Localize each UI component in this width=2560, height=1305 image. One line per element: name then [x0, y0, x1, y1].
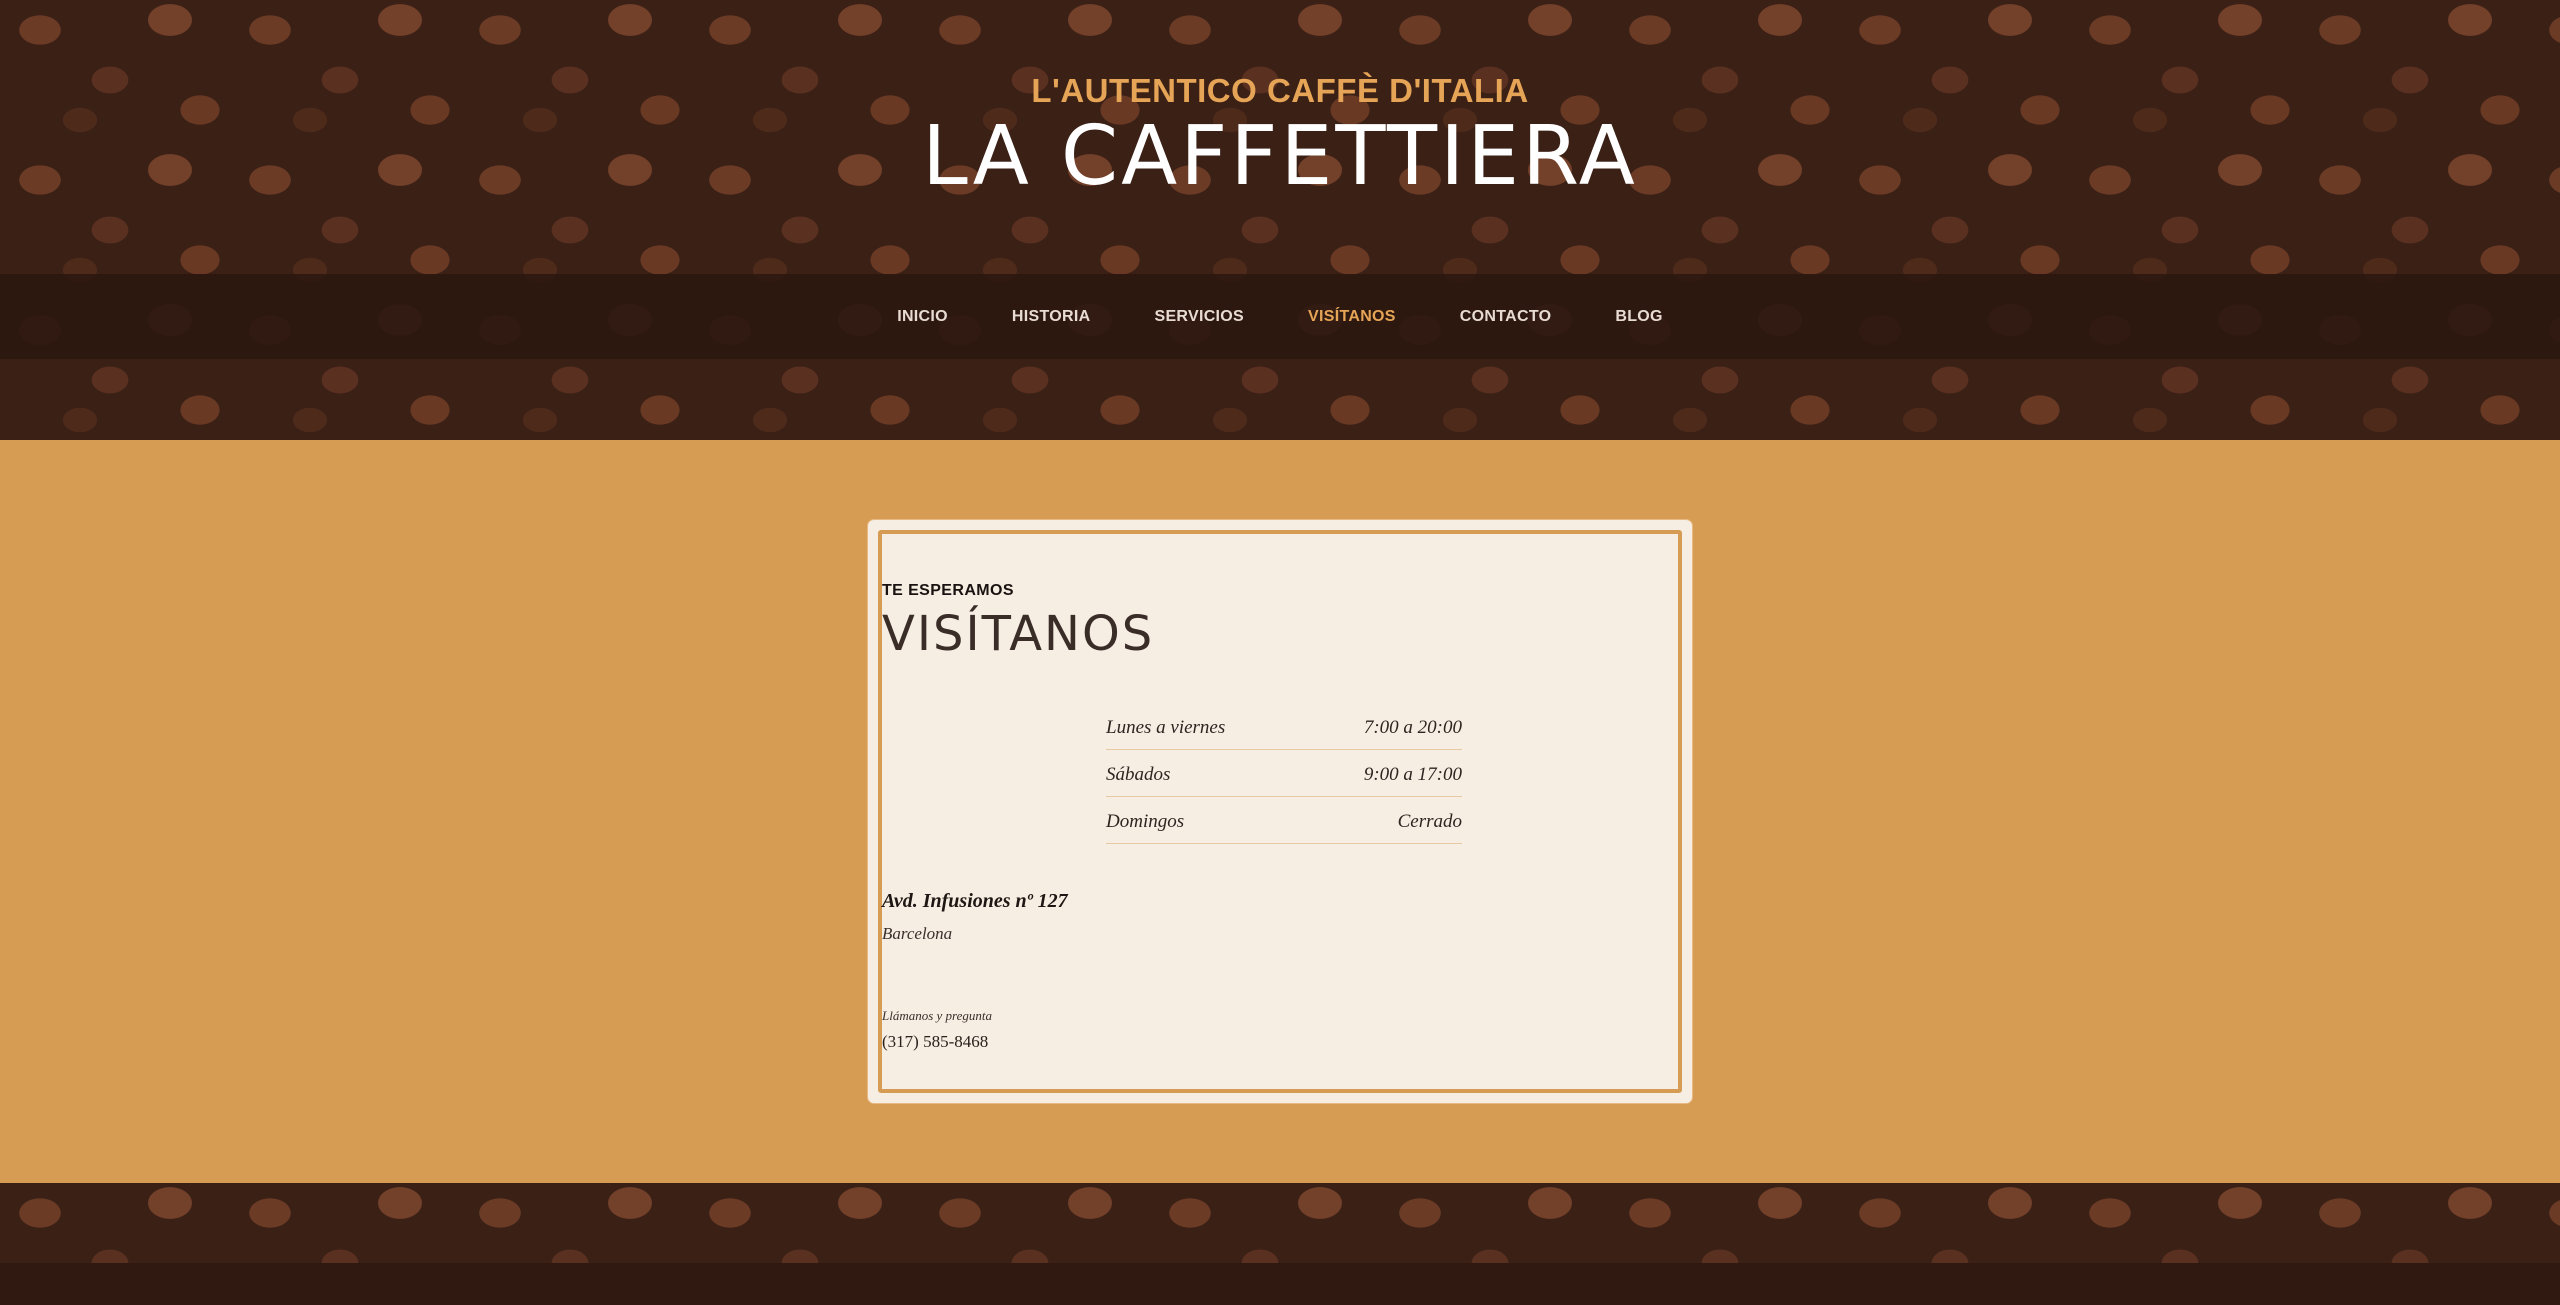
visit-title: VISÍTANOS	[882, 606, 1155, 662]
site-tagline: L'AUTENTICO CAFFÈ D'ITALIA	[1031, 72, 1529, 109]
visit-card: TE ESPERAMOS VISÍTANOS Lunes a viernes 7…	[868, 520, 1692, 1103]
hours-row: Domingos Cerrado	[1106, 797, 1462, 844]
nav-item-servicios[interactable]: SERVICIOS	[1122, 308, 1276, 326]
main-nav: INICIO HISTORIA SERVICIOS VISÍTANOS CONT…	[0, 274, 2560, 359]
phone-number[interactable]: (317) 585-8468	[882, 1032, 1678, 1052]
hours-row: Sábados 9:00 a 17:00	[1106, 750, 1462, 797]
hours-day: Lunes a viernes	[1106, 717, 1226, 738]
site-header: L'AUTENTICO CAFFÈ D'ITALIA LA CAFFETTIER…	[0, 72, 2560, 202]
coffee-beans-header-background	[0, 0, 2560, 440]
nav-item-inicio[interactable]: INICIO	[865, 308, 980, 326]
hours-day: Sábados	[1106, 764, 1171, 785]
hours-time: Cerrado	[1397, 811, 1462, 832]
nav-item-contacto[interactable]: CONTACTO	[1428, 308, 1584, 326]
footer-bar	[0, 1263, 2560, 1305]
opening-hours: Lunes a viernes 7:00 a 20:00 Sábados 9:0…	[1106, 712, 1462, 844]
nav-item-visitanos[interactable]: VISÍTANOS	[1276, 308, 1428, 326]
hours-time: 9:00 a 17:00	[1363, 764, 1462, 785]
nav-item-blog[interactable]: BLOG	[1583, 308, 1694, 326]
call-label: Llámanos y pregunta	[882, 1008, 993, 1023]
page: L'AUTENTICO CAFFÈ D'ITALIA LA CAFFETTIER…	[0, 0, 2560, 1305]
city: Barcelona	[882, 924, 953, 943]
site-title[interactable]: LA CAFFETTIERA	[0, 111, 2560, 202]
hours-day: Domingos	[1106, 811, 1185, 832]
visit-eyebrow: TE ESPERAMOS	[882, 582, 1014, 599]
visit-card-inner: TE ESPERAMOS VISÍTANOS Lunes a viernes 7…	[878, 530, 1682, 1093]
hours-row: Lunes a viernes 7:00 a 20:00	[1106, 712, 1462, 750]
address: Avd. Infusiones nº 127	[882, 890, 1068, 912]
hours-time: 7:00 a 20:00	[1363, 717, 1462, 738]
coffee-beans-footer-background	[0, 1183, 2560, 1263]
nav-item-historia[interactable]: HISTORIA	[980, 308, 1123, 326]
